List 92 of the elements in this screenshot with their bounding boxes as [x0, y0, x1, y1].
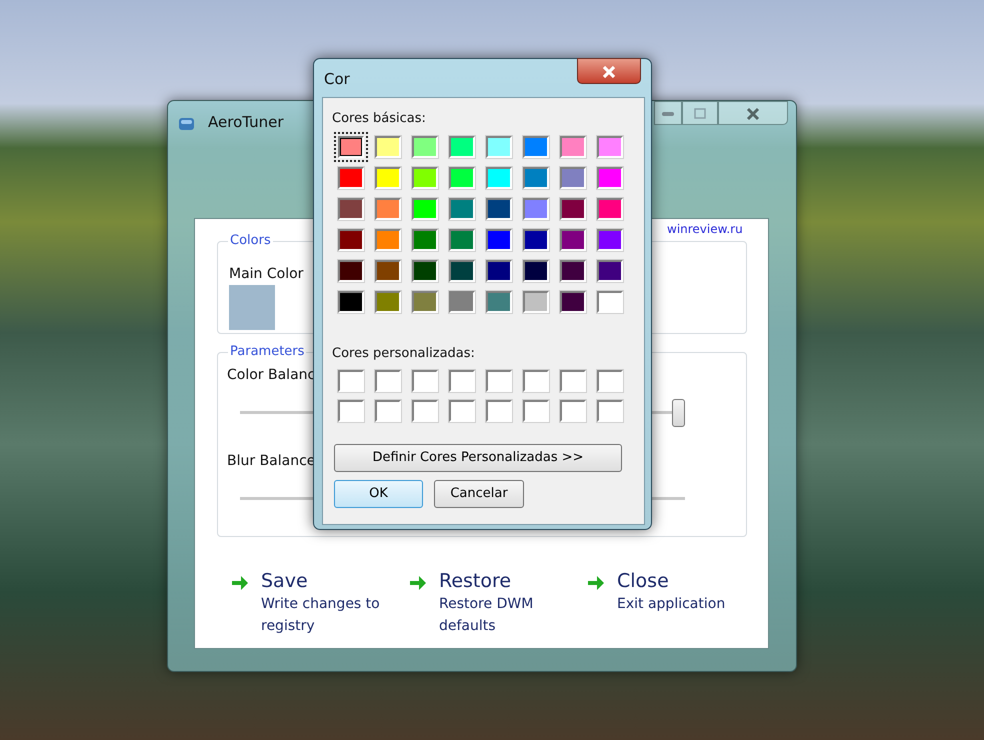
color-swatch[interactable] [523, 400, 549, 422]
action-description: Exit application [617, 595, 726, 614]
color-swatch[interactable] [560, 370, 586, 392]
color-swatch[interactable] [338, 291, 364, 313]
dialog-title: Cor [324, 69, 350, 90]
color-swatch[interactable] [486, 370, 512, 392]
color-swatch[interactable] [597, 370, 623, 392]
color-swatch[interactable] [597, 136, 623, 158]
color-swatch[interactable] [449, 260, 475, 282]
color-swatch[interactable] [338, 198, 364, 220]
color-swatch[interactable] [560, 167, 586, 189]
color-swatch[interactable] [412, 136, 438, 158]
section-label: Cores básicas: [332, 110, 426, 128]
window-title: AeroTuner [208, 112, 284, 133]
minimize-icon [661, 110, 675, 117]
color-swatch[interactable] [338, 167, 364, 189]
color-swatch[interactable] [449, 136, 475, 158]
color-swatch[interactable] [486, 167, 512, 189]
color-swatch[interactable] [412, 229, 438, 251]
color-swatch[interactable] [375, 260, 401, 282]
color-swatch[interactable] [523, 167, 549, 189]
color-swatch[interactable] [412, 400, 438, 422]
color-swatch[interactable] [523, 136, 549, 158]
color-swatch[interactable] [412, 167, 438, 189]
color-swatch[interactable] [412, 291, 438, 313]
color-swatch[interactable] [449, 291, 475, 313]
maximize-icon [693, 108, 707, 120]
color-swatch[interactable] [375, 229, 401, 251]
action-link[interactable]: Restore [439, 569, 559, 593]
color-swatch[interactable] [597, 291, 623, 313]
action-description: Write changes to registry [261, 595, 381, 636]
color-swatch[interactable] [338, 400, 364, 422]
slider-label: Color Balanc [227, 366, 316, 385]
color-swatch[interactable] [412, 198, 438, 220]
color-swatch[interactable] [412, 260, 438, 282]
color-swatch[interactable] [486, 400, 512, 422]
color-swatch[interactable] [560, 229, 586, 251]
color-swatch[interactable] [375, 400, 401, 422]
slider-label: Blur Balance [227, 452, 316, 471]
close-button[interactable] [577, 58, 641, 84]
section-label: Cores personalizadas: [332, 345, 475, 363]
color-swatch[interactable] [229, 285, 275, 330]
color-swatch[interactable] [597, 400, 623, 422]
color-swatch[interactable] [375, 370, 401, 392]
cancel-button[interactable]: Cancelar [434, 480, 524, 508]
ok-button[interactable]: OK [334, 480, 423, 508]
color-swatch[interactable] [523, 198, 549, 220]
color-swatch[interactable] [523, 370, 549, 392]
arrow-icon [231, 573, 249, 589]
color-swatch[interactable] [597, 198, 623, 220]
action-link[interactable]: Save [261, 569, 381, 593]
color-swatch[interactable] [338, 370, 364, 392]
color-swatch[interactable] [375, 167, 401, 189]
color-swatch[interactable] [375, 291, 401, 313]
color-swatch[interactable] [449, 167, 475, 189]
color-swatch[interactable] [560, 198, 586, 220]
arrow-icon [587, 573, 605, 589]
define-colors-button[interactable]: Definir Cores Personalizadas >> [334, 444, 622, 472]
color-swatch[interactable] [597, 260, 623, 282]
color-swatch[interactable] [486, 136, 512, 158]
action-link[interactable]: Close [617, 569, 737, 593]
color-swatch[interactable] [449, 229, 475, 251]
color-swatch[interactable] [412, 370, 438, 392]
close-icon [745, 106, 761, 121]
arrow-icon [409, 573, 427, 589]
minimize-button[interactable] [654, 101, 682, 125]
color-swatch[interactable] [597, 167, 623, 189]
color-swatch[interactable] [523, 291, 549, 313]
close-icon [600, 64, 618, 79]
color-swatch[interactable] [523, 260, 549, 282]
color-swatch[interactable] [486, 229, 512, 251]
color-swatch[interactable] [597, 229, 623, 251]
color-swatch[interactable] [560, 291, 586, 313]
color-swatch[interactable] [449, 400, 475, 422]
maximize-button[interactable] [682, 101, 718, 125]
color-swatch[interactable] [449, 370, 475, 392]
color-swatch[interactable] [338, 260, 364, 282]
color-swatch[interactable] [449, 198, 475, 220]
color-swatch[interactable] [338, 229, 364, 251]
color-swatch[interactable] [486, 291, 512, 313]
slider-thumb[interactable] [672, 399, 685, 427]
action-description: Restore DWM defaults [439, 595, 534, 636]
color-swatch[interactable] [560, 400, 586, 422]
color-swatch[interactable] [486, 260, 512, 282]
color-swatch[interactable] [486, 198, 512, 220]
color-swatch[interactable] [523, 229, 549, 251]
color-swatch[interactable] [560, 260, 586, 282]
color-swatch[interactable] [560, 136, 586, 158]
website-link[interactable]: winreview.ru [667, 222, 743, 236]
color-swatch[interactable] [375, 136, 401, 158]
field-label: Main Color [229, 265, 304, 284]
color-swatch[interactable] [375, 198, 401, 220]
